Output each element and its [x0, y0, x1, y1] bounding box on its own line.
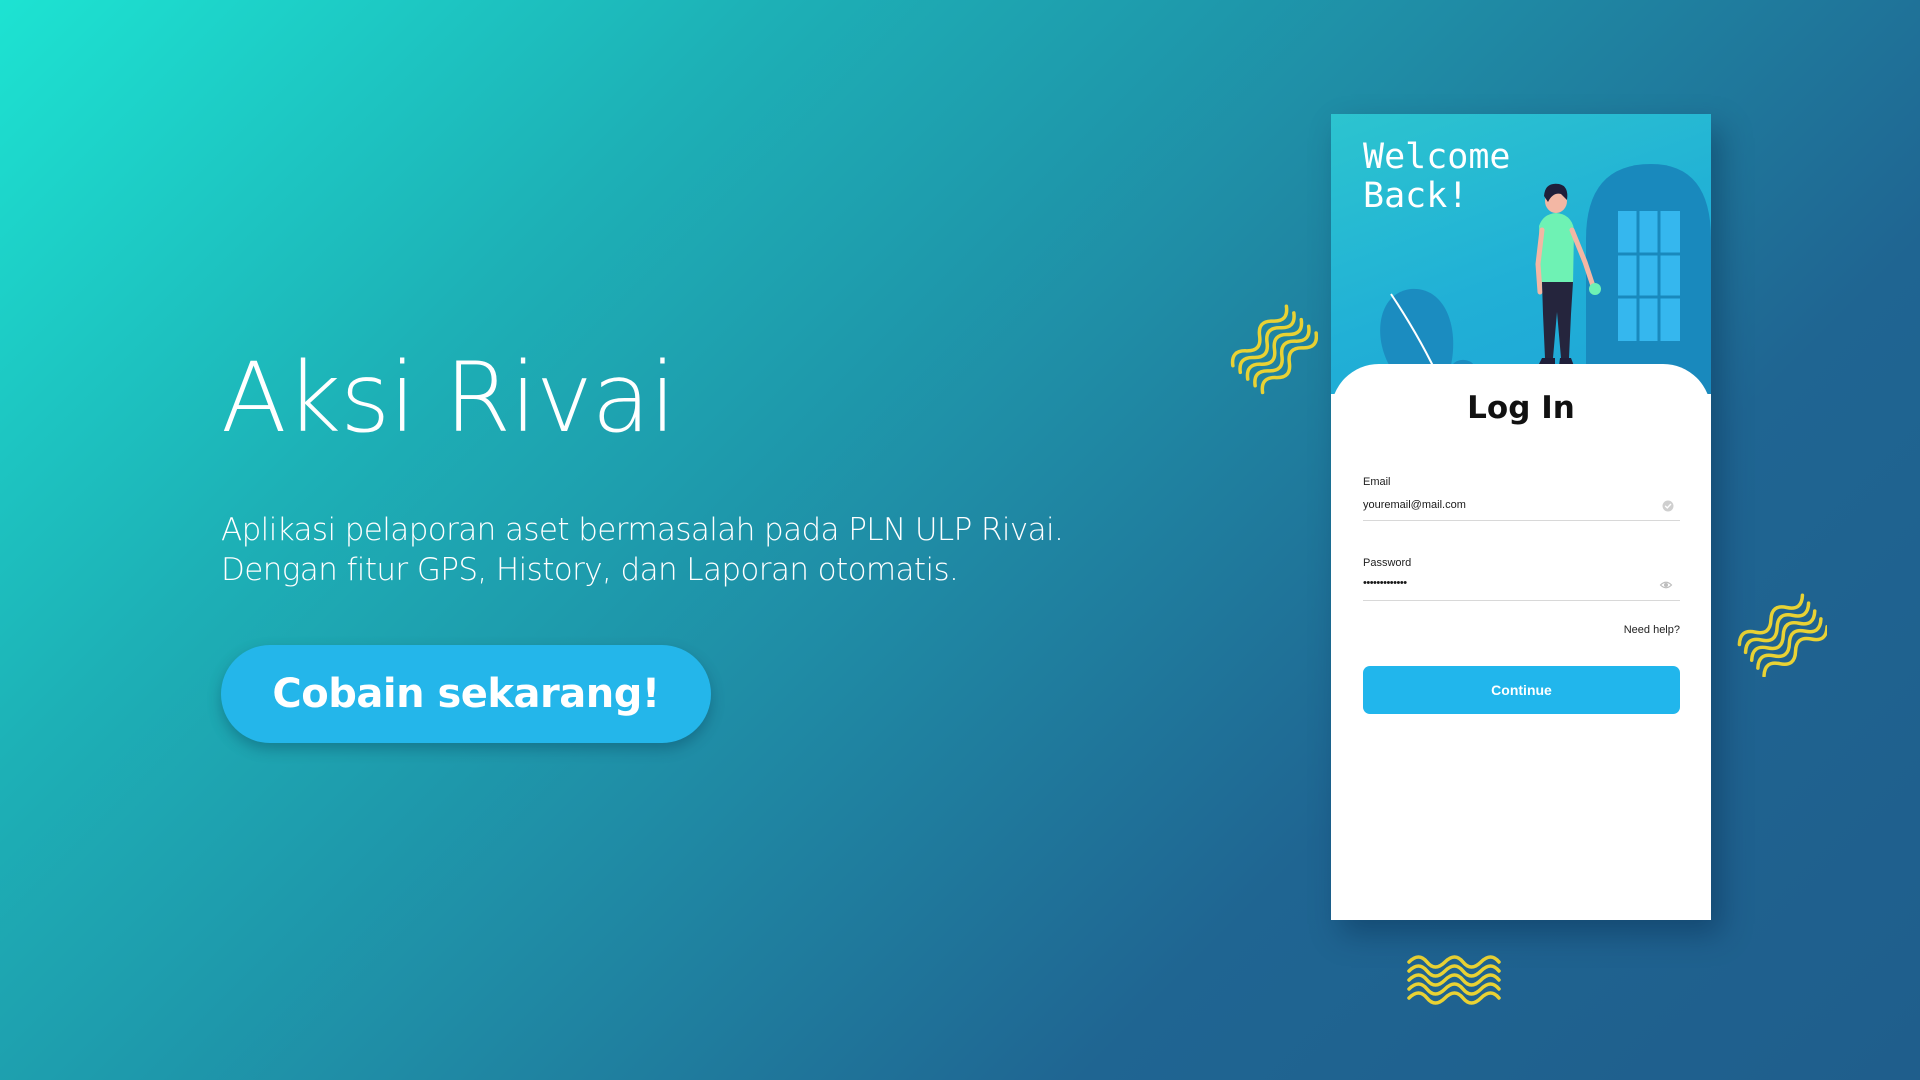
hero-description: Aplikasi pelaporan aset bermasalah pada … — [221, 510, 1064, 590]
email-underline — [1363, 520, 1680, 521]
squiggle-icon — [1230, 304, 1318, 395]
need-help-link[interactable]: Need help? — [1624, 624, 1680, 636]
check-circle-icon — [1662, 500, 1674, 512]
hero-title: Aksi Rivai — [221, 342, 676, 454]
phone-mockup: Welcome Back! Log In Email Password Need… — [1331, 114, 1711, 920]
eye-icon[interactable] — [1659, 578, 1673, 592]
email-field[interactable] — [1363, 494, 1653, 516]
welcome-heading: Welcome Back! — [1363, 137, 1511, 216]
password-underline — [1363, 600, 1680, 601]
hero-description-line-1: Aplikasi pelaporan aset bermasalah pada … — [221, 512, 1064, 548]
welcome-header: Welcome Back! — [1331, 114, 1711, 394]
login-card: Log In Email Password Need help? Continu… — [1331, 364, 1711, 920]
login-title: Log In — [1467, 390, 1575, 426]
email-label: Email — [1363, 476, 1391, 488]
squiggle-icon — [1737, 593, 1827, 677]
squiggle-icon — [1407, 955, 1501, 1005]
hero-description-line-2: Dengan fitur GPS, History, dan Laporan o… — [221, 552, 959, 588]
cta-button[interactable]: Cobain sekarang! — [221, 645, 711, 743]
password-label: Password — [1363, 557, 1412, 569]
continue-button[interactable]: Continue — [1363, 666, 1680, 714]
password-field[interactable] — [1363, 572, 1653, 594]
